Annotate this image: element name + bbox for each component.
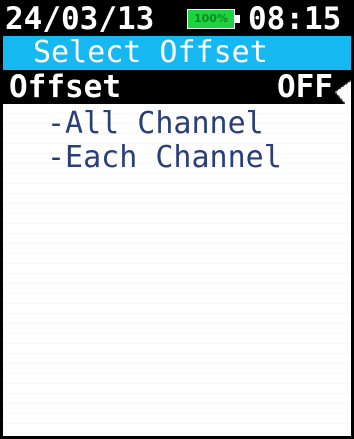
offset-value[interactable]: OFF: [277, 70, 333, 104]
page-title: Select Offset: [33, 35, 268, 70]
battery-tip: [235, 15, 240, 23]
status-bar: 24/03/13 100% 08:15: [3, 0, 351, 37]
offset-setting-row[interactable]: Offset OFF: [3, 69, 351, 113]
battery-icon: 100%: [187, 9, 242, 29]
title-bar: Select Offset: [3, 35, 351, 70]
status-date: 24/03/13: [5, 1, 155, 37]
device-screen: 24/03/13 100% 08:15 Select Offset Offset…: [0, 0, 354, 439]
status-time: 08:15: [248, 1, 342, 37]
battery-level: 100%: [187, 9, 235, 29]
offset-label: Offset: [9, 69, 121, 105]
menu-item-each-channel[interactable]: -Each Channel: [47, 140, 282, 176]
menu-item-all-channel[interactable]: -All Channel: [47, 106, 264, 142]
